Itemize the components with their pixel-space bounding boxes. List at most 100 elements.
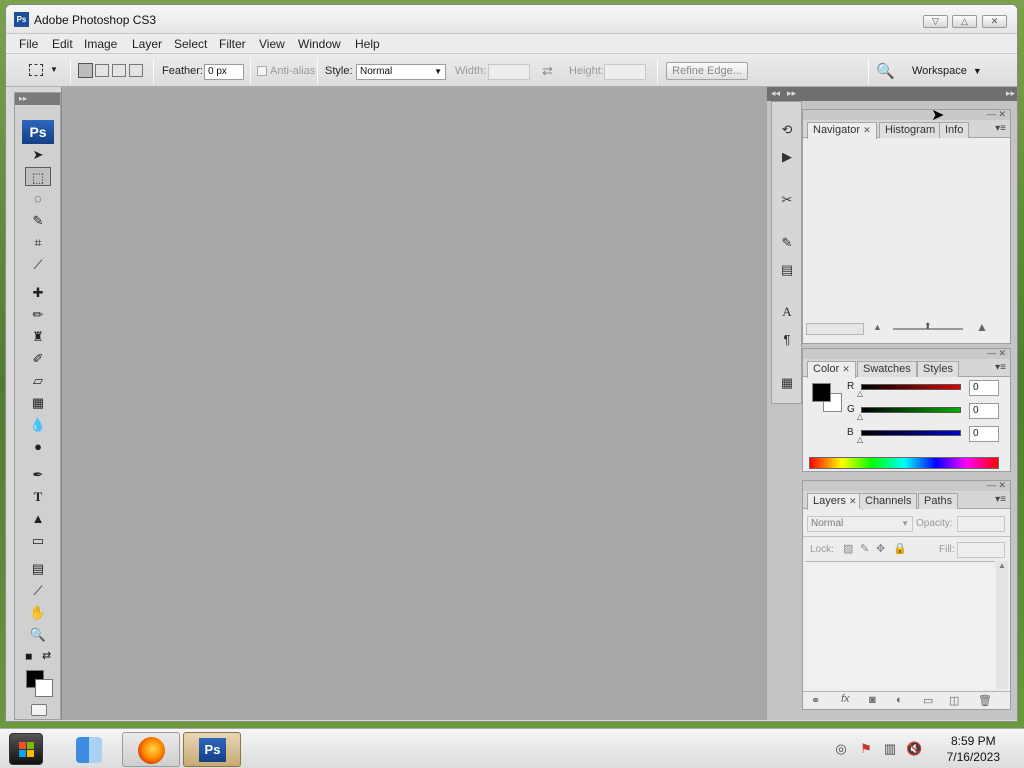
character-panel-icon[interactable]: A: [776, 302, 798, 322]
marquee-preset-picker[interactable]: ▼: [28, 62, 62, 80]
style-select[interactable]: Normal ▼: [356, 64, 446, 80]
panel-menu-icon[interactable]: ▾≡: [995, 123, 1006, 134]
photoshop-taskbar-button[interactable]: Ps: [183, 732, 241, 767]
tab-channels[interactable]: Channels: [859, 493, 918, 509]
path-selection-tool-icon[interactable]: ▲: [25, 509, 51, 528]
new-layer-icon[interactable]: ◫: [949, 694, 959, 707]
dock-title-bar[interactable]: ◂◂ ▸▸ ▸▸: [767, 87, 1017, 101]
tab-layers[interactable]: Layers ✕: [807, 493, 863, 510]
tray-sync-icon[interactable]: ◎: [833, 741, 849, 757]
slice-tool-icon[interactable]: ⟋: [25, 255, 51, 274]
blend-mode-select[interactable]: Normal ▼: [807, 516, 913, 532]
quick-mask-icon[interactable]: [31, 704, 47, 716]
notes-tool-icon[interactable]: ▤: [25, 559, 51, 578]
b-slider-thumb[interactable]: △: [857, 435, 863, 444]
firefox-taskbar-button[interactable]: [122, 732, 180, 767]
menu-layer[interactable]: Layer: [132, 37, 162, 51]
quick-selection-tool-icon[interactable]: ✎: [25, 211, 51, 230]
close-icon[interactable]: ✕: [849, 496, 857, 506]
r-slider-thumb[interactable]: △: [857, 389, 863, 398]
close-button[interactable]: ✕: [982, 15, 1007, 28]
gradient-tool-icon[interactable]: ▦: [25, 393, 51, 412]
default-colors-icon[interactable]: ◼: [25, 651, 32, 662]
width-input[interactable]: [488, 64, 530, 80]
b-channel-slider[interactable]: [861, 430, 961, 436]
panel-close-icon[interactable]: — ✕: [803, 110, 1010, 120]
tray-action-center-icon[interactable]: ⚑: [858, 741, 874, 757]
link-layers-icon[interactable]: ⚭: [811, 694, 820, 707]
r-channel-slider[interactable]: [861, 384, 961, 390]
background-color-swatch[interactable]: [35, 679, 53, 697]
layers-scrollbar[interactable]: ▲: [996, 561, 1008, 689]
history-brush-tool-icon[interactable]: ✐: [25, 349, 51, 368]
new-group-icon[interactable]: ▭: [923, 694, 933, 707]
navigator-zoom-box[interactable]: [806, 323, 864, 335]
rectangle-tool-icon[interactable]: ▭: [25, 531, 51, 550]
blur-tool-icon[interactable]: 💧: [25, 415, 51, 434]
menu-image[interactable]: Image: [84, 37, 117, 51]
actions-panel-icon[interactable]: ▶: [776, 147, 798, 167]
layer-mask-icon[interactable]: ◙: [869, 694, 876, 706]
menu-edit[interactable]: Edit: [52, 37, 73, 51]
healing-brush-tool-icon[interactable]: ✚: [25, 283, 51, 302]
clone-source-panel-icon[interactable]: ▤: [776, 260, 798, 280]
close-icon[interactable]: ✕: [863, 125, 871, 135]
tab-navigator[interactable]: Navigator ✕: [807, 122, 877, 139]
lock-pixels-icon[interactable]: ✎: [860, 542, 869, 555]
system-clock[interactable]: 8:59 PM 7/16/2023: [947, 733, 1000, 765]
zoom-out-icon[interactable]: ▲: [873, 322, 882, 332]
b-channel-input[interactable]: 0: [969, 426, 999, 442]
zoom-tool-icon[interactable]: 🔍: [25, 625, 51, 644]
type-tool-icon[interactable]: T: [25, 487, 51, 506]
swap-colors-icon[interactable]: ⇄: [42, 649, 51, 662]
lasso-tool-icon[interactable]: ◌: [25, 189, 51, 208]
brushes-panel-icon[interactable]: ✎: [776, 233, 798, 253]
panel-menu-icon[interactable]: ▾≡: [995, 494, 1006, 505]
collapse-right-icon[interactable]: ▸▸: [1006, 88, 1015, 99]
tray-volume-muted-icon[interactable]: 🔇: [906, 741, 922, 757]
r-channel-input[interactable]: 0: [969, 380, 999, 396]
lock-transparent-icon[interactable]: ▨: [843, 542, 853, 555]
color-panel-foreground-swatch[interactable]: [812, 383, 831, 402]
new-selection-icon[interactable]: [78, 63, 93, 78]
finder-taskbar-button[interactable]: [60, 732, 118, 767]
swap-dimensions-icon[interactable]: ⇄: [542, 63, 553, 79]
layers-list[interactable]: [805, 561, 995, 689]
intersect-selection-icon[interactable]: [129, 64, 143, 77]
canvas-area[interactable]: [61, 87, 767, 720]
zoom-in-icon[interactable]: ▲: [976, 320, 988, 334]
opacity-input[interactable]: [957, 516, 1005, 532]
start-button[interactable]: [9, 733, 43, 765]
menu-select[interactable]: Select: [174, 37, 207, 51]
delete-layer-icon[interactable]: 🗑: [978, 694, 992, 707]
history-panel-icon[interactable]: ⟲: [776, 120, 798, 140]
g-slider-thumb[interactable]: △: [857, 412, 863, 421]
subtract-selection-icon[interactable]: [112, 64, 126, 77]
menu-window[interactable]: Window: [298, 37, 341, 51]
maximize-button[interactable]: △: [952, 15, 977, 28]
feather-input[interactable]: 0 px: [204, 64, 244, 80]
refine-edge-button[interactable]: Refine Edge...: [666, 62, 748, 80]
height-input[interactable]: [604, 64, 646, 80]
panel-close-icon[interactable]: — ✕: [803, 481, 1010, 491]
tab-paths[interactable]: Paths: [918, 493, 959, 509]
minimize-button[interactable]: ▽: [923, 15, 948, 28]
dodge-tool-icon[interactable]: ●: [25, 437, 51, 456]
rectangular-marquee-tool-icon[interactable]: ⬚: [25, 167, 51, 186]
menu-file[interactable]: File: [19, 37, 38, 51]
photoshop-logo[interactable]: Ps: [22, 120, 54, 144]
adjustment-layer-icon[interactable]: ◐: [896, 694, 903, 706]
menu-view[interactable]: View: [259, 37, 285, 51]
fill-input[interactable]: [957, 542, 1005, 558]
crop-tool-icon[interactable]: ⌗: [25, 233, 51, 252]
antialias-checkbox[interactable]: [257, 66, 267, 76]
pen-tool-icon[interactable]: ✒: [25, 465, 51, 484]
bridge-icon[interactable]: 🔍: [876, 62, 895, 80]
tool-presets-panel-icon[interactable]: ✂: [776, 190, 798, 210]
menu-help[interactable]: Help: [355, 37, 380, 51]
hand-tool-icon[interactable]: ✋: [25, 603, 51, 622]
g-channel-input[interactable]: 0: [969, 403, 999, 419]
layer-style-icon[interactable]: fx: [841, 693, 850, 705]
clone-stamp-tool-icon[interactable]: ♜: [25, 327, 51, 346]
expand-dock-icon[interactable]: ▸▸: [787, 88, 796, 99]
